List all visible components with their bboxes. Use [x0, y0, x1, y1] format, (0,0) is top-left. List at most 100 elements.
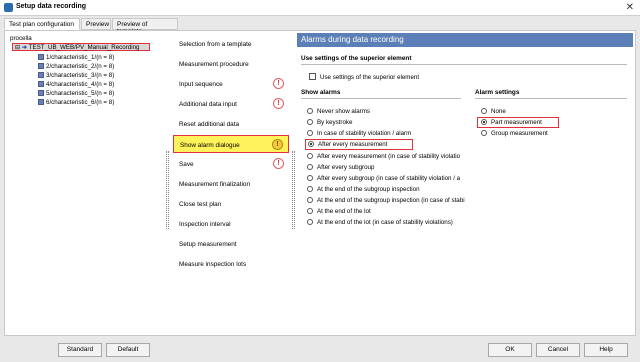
radio-button[interactable] — [308, 141, 314, 147]
radio-button[interactable] — [307, 153, 313, 159]
show-alarms-option[interactable]: After every measurement (in case of stab… — [307, 152, 460, 161]
cancel-button[interactable]: Cancel — [536, 343, 580, 357]
show-alarms-option[interactable]: After every subgroup — [307, 163, 374, 172]
characteristic-label: 3/characteristic_3/(n = 8) — [46, 72, 115, 79]
show-alarms-option[interactable]: After every subgroup (in case of stabili… — [307, 174, 460, 183]
tree-characteristic[interactable]: 6/characteristic_6/(n = 8) — [38, 99, 114, 107]
tab-preview-of-template[interactable]: Preview of template — [112, 18, 178, 35]
radio-button[interactable] — [307, 208, 313, 214]
radio-button[interactable] — [307, 219, 313, 225]
radio-button[interactable] — [481, 108, 487, 114]
radio-button[interactable] — [307, 119, 313, 125]
tree-plan-node[interactable]: ⊟ ➜ TEST_UB_WEB/PV_Manual_Recording — [12, 43, 150, 51]
option-label: Group measurement — [491, 130, 548, 137]
checkbox-box[interactable] — [309, 73, 316, 80]
window-title: Setup data recording — [16, 3, 87, 10]
alarm-settings-option-selected[interactable]: Part measurement — [477, 117, 559, 128]
radio-button[interactable] — [307, 175, 313, 181]
option-label: Never show alarms — [317, 108, 370, 115]
tree-characteristic[interactable]: 3/characteristic_3/(n = 8) — [38, 72, 114, 80]
characteristic-icon — [38, 90, 44, 96]
nav-item-measure-inspection-lots[interactable]: Measure inspection lots — [173, 255, 289, 273]
default-button[interactable]: Default — [106, 343, 150, 357]
panel-title: Alarms during data recording — [297, 33, 633, 47]
nav-item-label: Save — [179, 161, 194, 168]
radio-button[interactable] — [481, 130, 487, 136]
characteristic-icon — [38, 72, 44, 78]
show-alarms-option[interactable]: At the end of the subgroup inspection — [307, 185, 420, 194]
radio-button[interactable] — [307, 130, 313, 136]
characteristic-icon — [38, 63, 44, 69]
use-superior-settings-checkbox[interactable]: Use settings of the superior element — [309, 73, 419, 82]
nav-item-close-test-plan[interactable]: Close test plan — [173, 195, 289, 213]
show-alarms-option[interactable]: At the end of the subgroup inspection (i… — [307, 196, 465, 205]
show-alarms-option-selected[interactable]: After every measurement — [305, 139, 413, 150]
option-label: At the end of the subgroup inspection — [317, 186, 420, 193]
test-plan-tree: procella ⊟ ➜ TEST_UB_WEB/PV_Manual_Recor… — [8, 33, 166, 333]
nav-item-inspection-interval[interactable]: Inspection interval — [173, 215, 289, 233]
section-alarm-settings: Alarm settings — [475, 89, 627, 99]
radio-button[interactable] — [307, 186, 313, 192]
collapse-icon[interactable]: ⊟ — [15, 44, 20, 51]
warning-icon: ! — [272, 139, 283, 150]
nav-item-show-alarm-dialogue[interactable]: Show alarm dialogue! — [173, 135, 289, 153]
nav-item-reset-additional-data[interactable]: Reset additional data — [173, 115, 289, 133]
tree-characteristic[interactable]: 2/characteristic_2/(n = 8) — [38, 63, 114, 71]
show-alarms-option[interactable]: At the end of the lot — [307, 207, 371, 216]
nav-item-label: Measure inspection lots — [179, 261, 247, 268]
nav-item-setup-measurement[interactable]: Setup measurement — [173, 235, 289, 253]
standard-button[interactable]: Standard — [58, 343, 102, 357]
option-label: None — [491, 108, 506, 115]
tree-characteristic[interactable]: 1/characteristic_1/(n = 8) — [38, 54, 114, 62]
tree-root[interactable]: procella — [10, 35, 32, 43]
procella-label: procella — [10, 35, 32, 42]
app-icon — [4, 3, 13, 12]
checkbox-label: Use settings of the superior element — [320, 74, 420, 81]
radio-button[interactable] — [481, 119, 487, 125]
nav-item-measurement-procedure[interactable]: Measurement procedure — [173, 55, 289, 73]
characteristic-label: 5/characteristic_5/(n = 8) — [46, 90, 115, 97]
show-alarms-option[interactable]: At the end of the lot (in case of stabil… — [307, 218, 453, 227]
radio-button[interactable] — [307, 108, 313, 114]
ok-button[interactable]: OK — [488, 343, 532, 357]
option-label: At the end of the lot — [317, 208, 371, 215]
show-alarms-option[interactable]: By keystroke — [307, 118, 352, 127]
alarm-settings-panel: Alarms during data recording Use setting… — [297, 33, 633, 333]
nav-item-label: Reset additional data — [179, 121, 240, 128]
tree-characteristic[interactable]: 5/characteristic_5/(n = 8) — [38, 90, 114, 98]
radio-button[interactable] — [307, 164, 313, 170]
splitter-handle[interactable] — [166, 151, 169, 229]
tree-characteristic[interactable]: 4/characteristic_4/(n = 8) — [38, 81, 114, 89]
nav-item-save[interactable]: Save! — [173, 155, 289, 173]
nav-item-label: Input sequence — [179, 81, 223, 88]
tab-test-plan-configuration[interactable]: Test plan configuration — [4, 18, 80, 30]
warning-icon: ! — [273, 98, 284, 109]
content-area: procella ⊟ ➜ TEST_UB_WEB/PV_Manual_Recor… — [4, 30, 636, 336]
nav-item-input-sequence[interactable]: Input sequence! — [173, 75, 289, 93]
help-button[interactable]: Help — [584, 343, 628, 357]
characteristic-label: 2/characteristic_2/(n = 8) — [46, 63, 115, 70]
tab-preview[interactable]: Preview — [81, 18, 111, 30]
characteristic-label: 6/characteristic_6/(n = 8) — [46, 99, 115, 106]
alarm-settings-option[interactable]: None — [481, 107, 506, 116]
characteristic-icon — [38, 99, 44, 105]
option-label: After every measurement — [318, 141, 388, 148]
splitter-handle[interactable] — [292, 151, 295, 229]
nav-item-additional-data-input[interactable]: Additional data input! — [173, 95, 289, 113]
show-alarms-option[interactable]: Never show alarms — [307, 107, 370, 116]
nav-item-selection-from-template[interactable]: Selection from a template — [173, 35, 289, 53]
plan-label: TEST_UB_WEB/PV_Manual_Recording — [28, 44, 140, 51]
alarm-settings-option[interactable]: Group measurement — [481, 129, 548, 138]
settings-nav: Selection from a template Measurement pr… — [173, 35, 291, 333]
option-label: By keystroke — [317, 119, 353, 126]
show-alarms-option[interactable]: In case of stability violation / alarm — [307, 129, 411, 138]
radio-button[interactable] — [307, 197, 313, 203]
characteristic-icon — [38, 54, 44, 60]
close-icon[interactable]: ✕ — [626, 2, 634, 13]
nav-item-label: Measurement procedure — [179, 61, 249, 68]
nav-item-label: Selection from a template — [179, 41, 252, 48]
characteristic-label: 1/characteristic_1/(n = 8) — [46, 54, 115, 61]
nav-item-measurement-finalization[interactable]: Measurement finalization — [173, 175, 289, 193]
option-label: After every subgroup — [317, 164, 375, 171]
arrow-right-icon: ➜ — [21, 44, 28, 51]
